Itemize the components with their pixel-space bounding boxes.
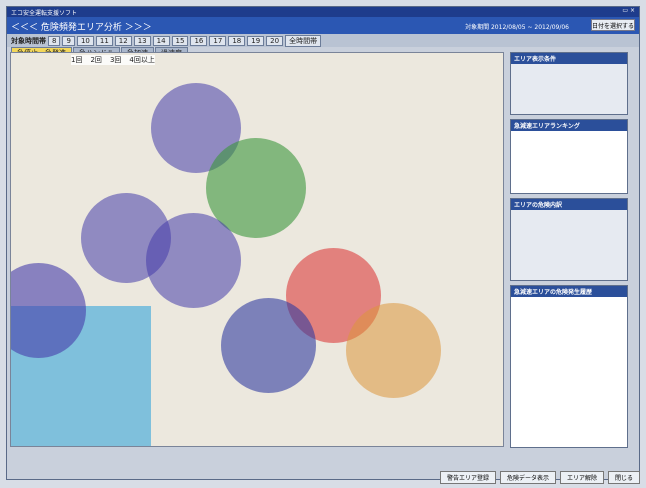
bottom-buttons: 警告エリア登録 危険データ表示 エリア解除 閉じる: [439, 471, 640, 484]
hot-spot[interactable]: [221, 298, 316, 393]
hour-button[interactable]: 13: [133, 35, 151, 46]
hour-button[interactable]: 8: [48, 35, 61, 46]
hour-button[interactable]: 17: [209, 35, 227, 46]
action-button[interactable]: 警告エリア登録: [439, 471, 496, 484]
hour-button[interactable]: 15: [171, 35, 189, 46]
hour-button[interactable]: 10: [76, 35, 94, 46]
page-header: ＜＜＜ 危険頻発エリア分析 ＞＞＞ 対象期間 2012/08/05 ~ 2012…: [7, 17, 639, 34]
hour-button[interactable]: 16: [190, 35, 208, 46]
ranking-panel: 急減速エリアランキング: [510, 119, 628, 194]
hour-button[interactable]: 14: [152, 35, 170, 46]
action-button[interactable]: エリア解除: [559, 471, 604, 484]
hour-filter-select[interactable]: 全時間帯: [285, 34, 322, 47]
legend-item: 1回: [71, 56, 83, 64]
history-panel: 急減速エリアの危険発生履歴: [510, 285, 628, 448]
hour-button[interactable]: 18: [228, 35, 246, 46]
hot-spot[interactable]: [146, 213, 241, 308]
hour-button[interactable]: 11: [95, 35, 113, 46]
hour-button[interactable]: 12: [114, 35, 132, 46]
display-panel: エリア表示条件: [510, 52, 628, 115]
legend-item: 2回: [90, 56, 102, 64]
hour-button[interactable]: 19: [247, 35, 265, 46]
hour-selector: 対象時間帯 8 9 10 11 12 13 14 15 16 17 18 19 20 全時間帯: [7, 34, 639, 47]
hour-button[interactable]: 9: [62, 35, 75, 46]
breakdown-panel: エリアの危険内訳: [510, 198, 628, 281]
select-date-button[interactable]: 日付を選択する: [590, 19, 635, 31]
action-button[interactable]: 危険データ表示: [499, 471, 556, 484]
hour-button[interactable]: 20: [266, 35, 284, 46]
hot-spot[interactable]: [346, 303, 441, 398]
legend-item: 4回以上: [129, 56, 155, 64]
legend: 1回 2回 3回 4回以上: [71, 55, 155, 65]
side-panel: エリア表示条件 急減速エリアランキング エリアの危険内訳 急減速エリアの危険発生…: [510, 52, 628, 452]
action-button[interactable]: 閉じる: [607, 471, 640, 484]
title-bar: エコ安全運転支援ソフト ▭ ×: [7, 7, 639, 17]
legend-item: 3回: [109, 56, 122, 64]
map-view[interactable]: 1回 2回 3回 4回以上: [10, 52, 504, 447]
